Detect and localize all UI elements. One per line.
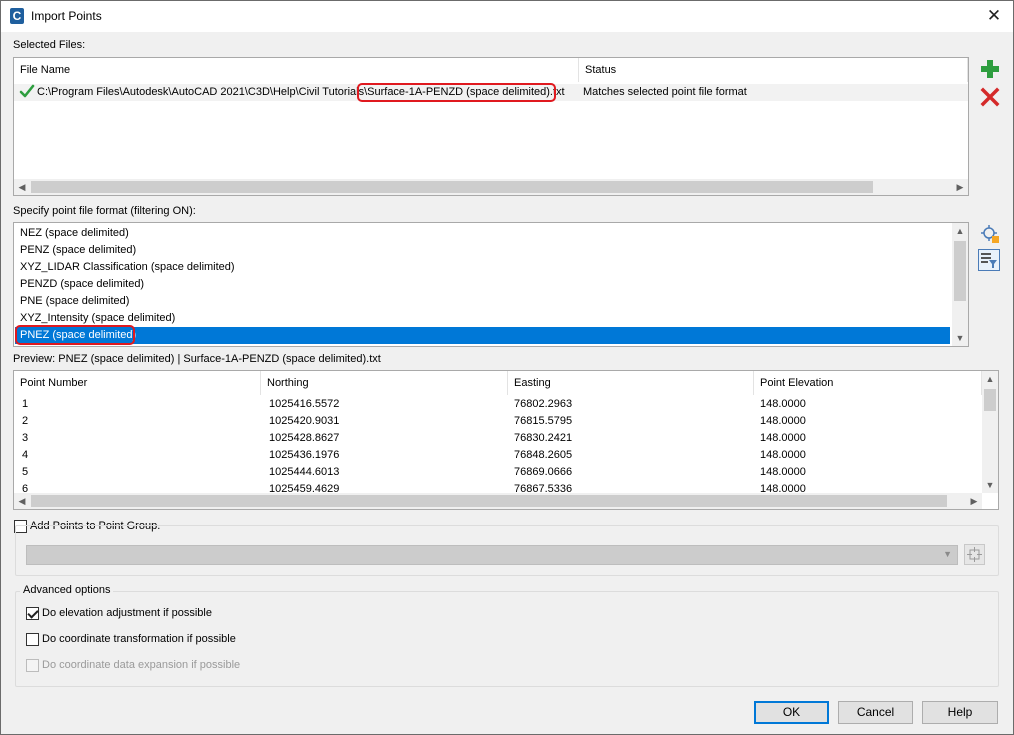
scroll-thumb[interactable]: [954, 241, 966, 301]
preview-horizontal-scrollbar[interactable]: ◀ ▶: [14, 493, 982, 509]
remove-file-button[interactable]: [978, 85, 1000, 107]
manage-formats-button[interactable]: [978, 249, 1000, 271]
cell-elevation: 148.0000: [760, 449, 806, 461]
scroll-down-icon[interactable]: ▼: [982, 477, 998, 493]
help-button[interactable]: Help: [922, 701, 998, 724]
table-row: 2 1025420.9031 76815.5795 148.0000: [14, 413, 998, 430]
format-item[interactable]: XYZ_LIDAR Classification (space delimite…: [15, 259, 950, 276]
preview-vertical-scrollbar[interactable]: ▲ ▼: [982, 371, 998, 493]
elevation-adjustment-label: Do elevation adjustment if possible: [42, 607, 212, 619]
scroll-left-icon[interactable]: ◀: [14, 179, 30, 195]
cell-point-number: 1: [22, 398, 29, 410]
files-horizontal-scrollbar[interactable]: ◀ ▶: [14, 179, 968, 195]
format-item-selected[interactable]: PNEZ (space delimited): [15, 327, 950, 344]
file-status: Matches selected point file format: [583, 86, 747, 98]
coordinate-expansion-label: Do coordinate data expansion if possible: [42, 659, 241, 671]
scroll-thumb[interactable]: [31, 495, 947, 507]
column-header-easting[interactable]: Easting: [508, 371, 754, 395]
cell-northing: 1025420.9031: [269, 415, 340, 427]
check-icon: [19, 83, 35, 105]
scroll-down-icon[interactable]: ▼: [952, 330, 968, 346]
coordinate-transformation-checkbox[interactable]: [26, 633, 39, 646]
ok-button[interactable]: OK: [754, 701, 829, 724]
cell-easting: 76815.5795: [514, 415, 573, 427]
pick-group-icon: [967, 547, 982, 562]
cell-easting: 76848.2605: [514, 449, 573, 461]
coordinate-expansion-checkbox: [26, 659, 39, 672]
format-item[interactable]: PNE (space delimited): [15, 293, 950, 310]
cancel-button[interactable]: Cancel: [838, 701, 913, 724]
file-name: Surface-1A-PENZD (space delimited).txt: [367, 86, 565, 98]
cell-point-number: 3: [22, 432, 29, 444]
format-item[interactable]: PENZ (space delimited): [15, 242, 950, 259]
format-vertical-scrollbar[interactable]: ▲ ▼: [952, 223, 968, 346]
scroll-left-icon[interactable]: ◀: [14, 493, 30, 509]
column-header-northing[interactable]: Northing: [261, 371, 508, 395]
plus-icon: [981, 60, 999, 78]
column-header-point-elevation[interactable]: Point Elevation: [754, 371, 982, 395]
title-bar: C Import Points ✕: [1, 1, 1013, 32]
add-format-icon: [981, 225, 999, 243]
elevation-adjustment-checkbox[interactable]: [26, 607, 39, 620]
selected-files-label: Selected Files:: [13, 39, 86, 51]
preview-table[interactable]: Point Number Northing Easting Point Elev…: [13, 370, 999, 510]
format-list[interactable]: NEZ (space delimited) PENZ (space delimi…: [13, 222, 969, 347]
format-label: Specify point file format (filtering ON)…: [13, 205, 196, 217]
cell-elevation: 148.0000: [760, 415, 806, 427]
cell-elevation: 148.0000: [760, 398, 806, 410]
cell-point-number: 2: [22, 415, 29, 427]
table-row: 3 1025428.8627 76830.2421 148.0000: [14, 430, 998, 447]
format-item[interactable]: PENZD (space delimited): [15, 276, 950, 293]
scroll-right-icon[interactable]: ▶: [966, 493, 982, 509]
point-group-dropdown[interactable]: ▼: [26, 545, 958, 565]
file-row[interactable]: C:\Program Files\Autodesk\AutoCAD 2021\C…: [14, 84, 968, 101]
pick-point-group-button[interactable]: [964, 544, 985, 565]
advanced-options-legend: Advanced options: [20, 584, 114, 596]
scroll-right-icon[interactable]: ▶: [952, 179, 968, 195]
close-button[interactable]: ✕: [983, 5, 1005, 27]
filter-formats-icon: [981, 253, 997, 268]
cell-elevation: 148.0000: [760, 466, 806, 478]
table-row: 5 1025444.6013 76869.0666 148.0000: [14, 464, 998, 481]
file-path: C:\Program Files\Autodesk\AutoCAD 2021\C…: [37, 84, 565, 101]
cell-point-number: 4: [22, 449, 29, 461]
scroll-thumb[interactable]: [31, 181, 873, 193]
cell-northing: 1025436.1976: [269, 449, 340, 461]
cell-easting: 76830.2421: [514, 432, 573, 444]
column-header-status[interactable]: Status: [579, 58, 968, 82]
format-item[interactable]: NEZ (space delimited): [15, 225, 950, 242]
add-format-button[interactable]: [978, 222, 1000, 244]
table-row: 1 1025416.5572 76802.2963 148.0000: [14, 396, 998, 413]
column-header-file-name[interactable]: File Name: [14, 58, 579, 82]
window-title: Import Points: [31, 9, 102, 23]
scroll-up-icon[interactable]: ▲: [982, 371, 998, 387]
table-row: 4 1025436.1976 76848.2605 148.0000: [14, 447, 998, 464]
coordinate-transformation-label: Do coordinate transformation if possible: [42, 633, 236, 645]
delete-x-icon: [980, 87, 1000, 107]
chevron-down-icon: ▼: [943, 549, 952, 559]
cell-northing: 1025444.6013: [269, 466, 340, 478]
civil3d-app-icon: C: [10, 8, 24, 24]
file-path-prefix: C:\Program Files\Autodesk\AutoCAD 2021\C…: [37, 86, 368, 98]
cell-northing: 1025428.8627: [269, 432, 340, 444]
cell-northing: 1025416.5572: [269, 398, 340, 410]
cell-easting: 76869.0666: [514, 466, 573, 478]
preview-label: Preview: PNEZ (space delimited) | Surfac…: [13, 353, 381, 365]
cell-point-number: 5: [22, 466, 29, 478]
import-points-dialog: C Import Points ✕ Selected Files: File N…: [0, 0, 1014, 735]
cell-easting: 76802.2963: [514, 398, 573, 410]
add-file-button[interactable]: [978, 57, 1000, 79]
scroll-thumb[interactable]: [984, 389, 996, 411]
cell-elevation: 148.0000: [760, 432, 806, 444]
format-item[interactable]: XYZ_Intensity (space delimited): [15, 310, 950, 327]
scroll-up-icon[interactable]: ▲: [952, 223, 968, 239]
column-header-point-number[interactable]: Point Number: [14, 371, 261, 395]
selected-files-list[interactable]: File Name Status C:\Program Files\Autode…: [13, 57, 969, 196]
